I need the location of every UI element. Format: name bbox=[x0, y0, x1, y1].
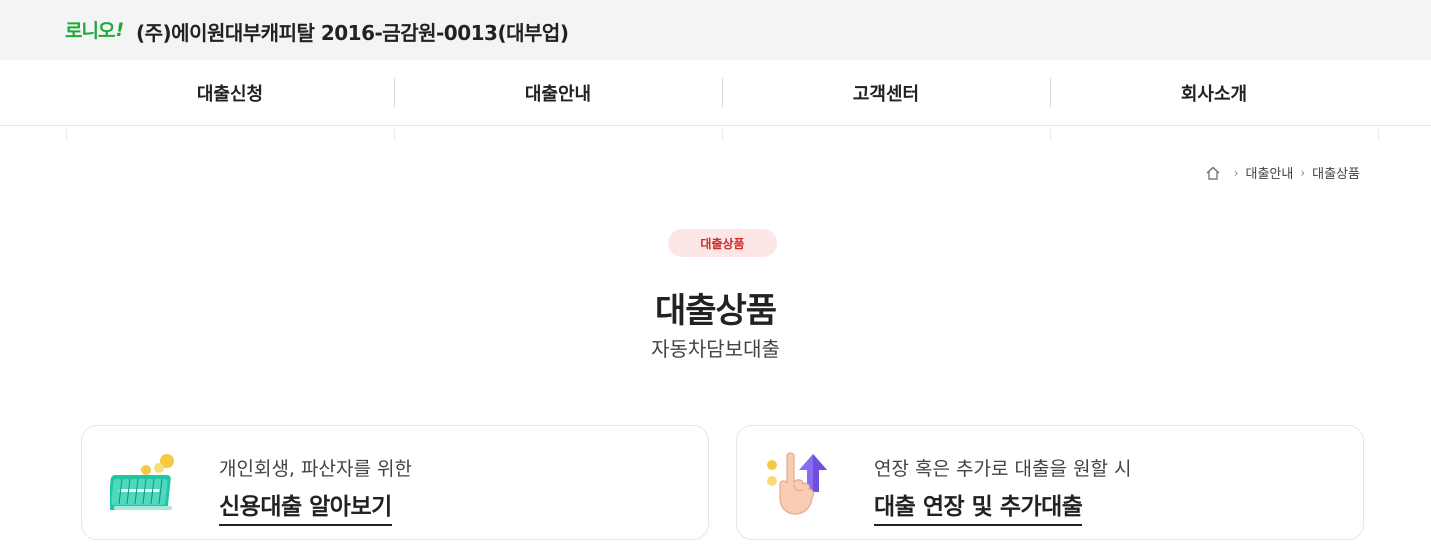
subnav-guide-line bbox=[722, 126, 723, 140]
page-title: 대출상품 bbox=[654, 291, 777, 331]
card-description: 연장 혹은 추가로 대출을 원할 시 bbox=[874, 458, 1132, 480]
main-nav: 대출신청 대출안내 고객센터 회사소개 bbox=[0, 60, 1431, 126]
calendar-coins-icon bbox=[107, 448, 182, 520]
home-icon[interactable] bbox=[1205, 165, 1221, 181]
breadcrumb-item[interactable]: 대출안내 bbox=[1246, 163, 1294, 182]
loan-extension-card[interactable]: 연장 혹은 추가로 대출을 원할 시 대출 연장 및 추가대출 bbox=[736, 425, 1364, 540]
subnav-guide-line bbox=[1050, 126, 1051, 140]
loan-extension-link[interactable]: 대출 연장 및 추가대출 bbox=[874, 487, 1083, 526]
logo-text: 로니오 bbox=[65, 20, 115, 42]
subnav-guide-line bbox=[66, 126, 67, 140]
subnav-guide-line bbox=[1378, 126, 1379, 140]
nav-item-company-intro[interactable]: 회사소개 bbox=[1050, 60, 1378, 126]
nav-item-customer-center[interactable]: 고객센터 bbox=[722, 60, 1050, 126]
nav-item-loan-apply[interactable]: 대출신청 bbox=[66, 60, 394, 126]
breadcrumb-item-current[interactable]: 대출상품 bbox=[1312, 163, 1360, 182]
chevron-right-icon: › bbox=[1233, 165, 1239, 180]
credit-loan-link[interactable]: 신용대출 알아보기 bbox=[219, 487, 392, 526]
card-description: 개인회생, 파산자를 위한 bbox=[219, 458, 412, 480]
subnav-guide-line bbox=[394, 126, 395, 140]
logo[interactable]: 로니오! bbox=[65, 16, 124, 43]
chevron-right-icon: › bbox=[1300, 165, 1306, 180]
hand-arrow-up-icon bbox=[765, 448, 837, 520]
page-subtitle: 자동차담보대출 bbox=[651, 337, 780, 361]
credit-loan-card[interactable]: 개인회생, 파산자를 위한 신용대출 알아보기 bbox=[81, 425, 709, 540]
section-badge: 대출상품 bbox=[668, 229, 777, 257]
breadcrumb: › 대출안내 › 대출상품 bbox=[1205, 163, 1360, 182]
logo-mark: ! bbox=[115, 18, 124, 41]
company-name: (주)에이원대부캐피탈 2016-금감원-0013(대부업) bbox=[136, 21, 569, 45]
top-bar: 로니오! (주)에이원대부캐피탈 2016-금감원-0013(대부업) bbox=[0, 0, 1431, 60]
nav-item-loan-guide[interactable]: 대출안내 bbox=[394, 60, 722, 126]
